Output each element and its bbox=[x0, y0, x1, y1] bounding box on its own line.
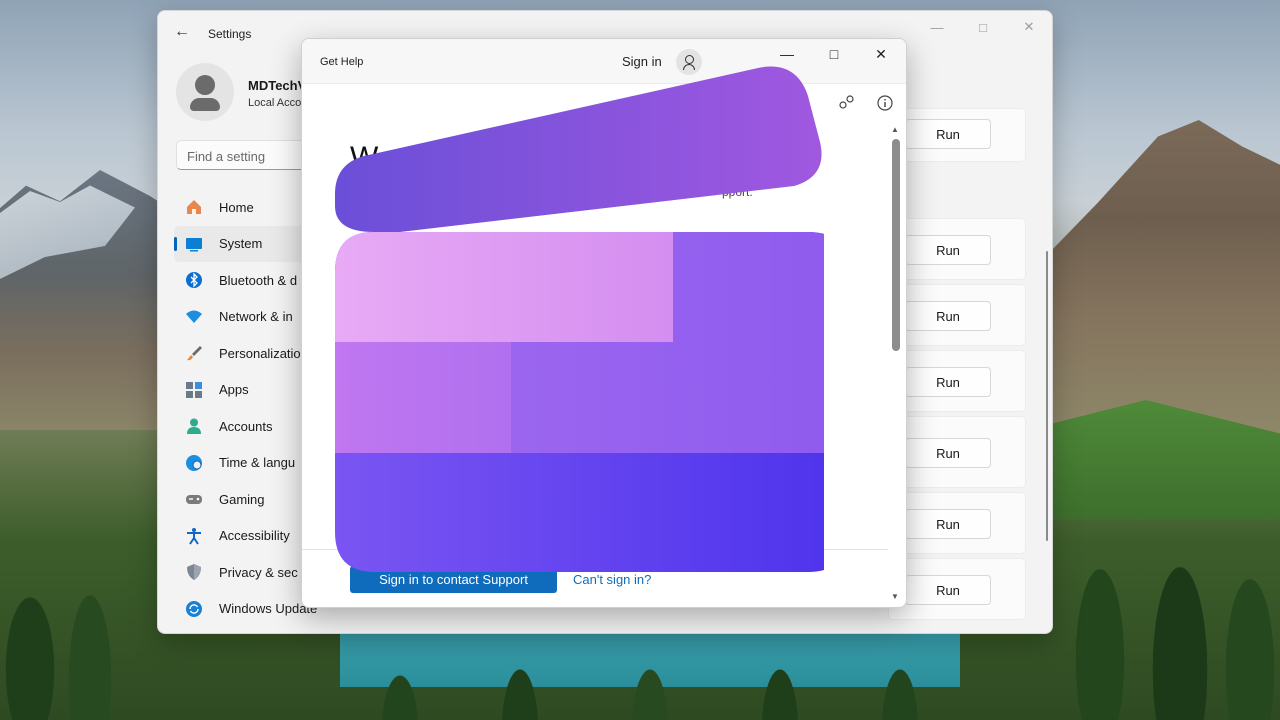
community-icon[interactable] bbox=[837, 93, 857, 113]
troubleshooter-card: Run bbox=[888, 284, 1026, 346]
accessibility-icon bbox=[184, 526, 204, 546]
account-type: Local Acco bbox=[248, 97, 302, 109]
sidebar-item-label: Accounts bbox=[219, 418, 273, 434]
troubleshooter-card: Run bbox=[888, 492, 1026, 554]
gamepad-icon bbox=[184, 489, 204, 509]
settings-scrollbar[interactable] bbox=[1046, 251, 1048, 541]
sidebar-item-label: Apps bbox=[219, 382, 249, 398]
get-help-scrollbar[interactable] bbox=[892, 139, 900, 351]
system-icon bbox=[184, 234, 204, 254]
run-button[interactable]: Run bbox=[905, 367, 991, 397]
clapperboard-logo-icon bbox=[335, 66, 824, 572]
cant-sign-in-link[interactable]: Can't sign in? bbox=[573, 572, 651, 587]
settings-title: Settings bbox=[208, 27, 252, 41]
back-arrow-icon[interactable]: ← bbox=[174, 23, 190, 41]
run-button[interactable]: Run bbox=[905, 301, 991, 331]
run-button[interactable]: Run bbox=[905, 235, 991, 265]
sidebar-item-label: Network & in bbox=[219, 309, 293, 325]
sidebar-item-label: Home bbox=[219, 199, 254, 215]
brush-icon bbox=[184, 343, 204, 363]
close-icon[interactable]: ✕ bbox=[866, 43, 896, 65]
mountain-right bbox=[1050, 120, 1280, 450]
sidebar-item-label: Accessibility bbox=[219, 528, 290, 544]
globe-icon bbox=[184, 453, 204, 473]
info-icon[interactable] bbox=[875, 93, 895, 113]
home-icon bbox=[184, 197, 204, 217]
search-placeholder: Find a setting bbox=[187, 149, 266, 164]
network-icon bbox=[184, 307, 204, 327]
troubleshooter-card: Run bbox=[888, 108, 1026, 162]
scroll-up-icon[interactable]: ▲ bbox=[891, 125, 899, 134]
run-button[interactable]: Run bbox=[905, 575, 991, 605]
run-button[interactable]: Run bbox=[905, 509, 991, 539]
minimize-icon[interactable]: — bbox=[772, 43, 802, 65]
sidebar-item-label: Bluetooth & d bbox=[219, 272, 298, 288]
apps-icon bbox=[184, 380, 204, 400]
accounts-icon bbox=[184, 416, 204, 436]
minimize-icon[interactable]: — bbox=[914, 11, 960, 43]
troubleshooter-card: Run bbox=[888, 558, 1026, 620]
close-icon[interactable]: ✕ bbox=[1006, 11, 1052, 43]
sidebar-item-label: System bbox=[219, 236, 263, 252]
sidebar-item-label: Personalizatio bbox=[219, 345, 301, 361]
run-button[interactable]: Run bbox=[905, 119, 991, 149]
sidebar-item-label: Time & langu bbox=[219, 455, 296, 471]
maximize-icon[interactable]: □ bbox=[819, 43, 849, 65]
maximize-icon[interactable]: □ bbox=[960, 11, 1006, 43]
shield-icon bbox=[184, 562, 204, 582]
sidebar-item-label: Gaming bbox=[219, 491, 265, 507]
update-icon bbox=[184, 599, 204, 619]
troubleshooter-card: Run bbox=[888, 218, 1026, 280]
troubleshooter-card: Run bbox=[888, 416, 1026, 488]
scroll-down-icon[interactable]: ▼ bbox=[891, 592, 899, 601]
bluetooth-icon bbox=[184, 270, 204, 290]
sidebar-item-label: Privacy & sec bbox=[219, 564, 298, 580]
settings-window-controls: — □ ✕ bbox=[914, 11, 1052, 43]
troubleshooter-card: Run bbox=[888, 350, 1026, 412]
run-button[interactable]: Run bbox=[905, 438, 991, 468]
avatar bbox=[176, 63, 234, 121]
account-name: MDTechV bbox=[248, 78, 307, 93]
